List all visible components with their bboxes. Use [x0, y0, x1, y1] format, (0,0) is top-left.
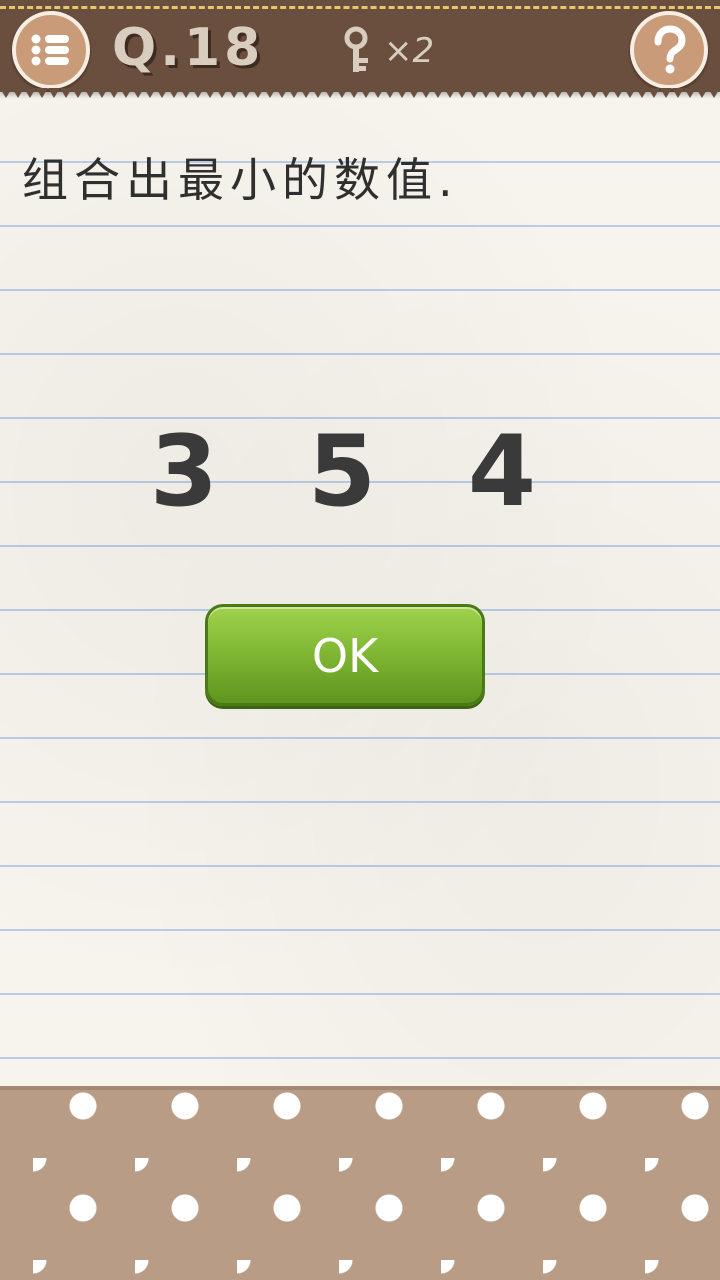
digit-set: 3 5 4: [0, 92, 720, 1088]
ok-button[interactable]: OK: [205, 604, 485, 706]
top-bar: Q.18 ×2: [0, 0, 720, 92]
key-count: ×2: [384, 31, 435, 71]
notebook-paper: 组合出最小的数值. 3 5 4 OK: [0, 92, 720, 1088]
footer-edge: [0, 1086, 720, 1090]
question-number: Q.18: [112, 18, 265, 78]
question-mark-icon: [654, 25, 686, 74]
digit-tile[interactable]: 3: [134, 422, 234, 522]
polka-dot-footer: [0, 1086, 720, 1280]
key-icon: [344, 26, 368, 72]
digit-tile[interactable]: 5: [292, 422, 392, 522]
menu-button[interactable]: [12, 11, 90, 89]
help-button[interactable]: [630, 11, 708, 89]
list-menu-icon: [31, 34, 69, 66]
digit-tile[interactable]: 4: [452, 422, 552, 522]
header-zigzag-edge: [0, 88, 720, 98]
stitch-line: [0, 6, 720, 9]
key-counter: ×2: [342, 26, 462, 76]
